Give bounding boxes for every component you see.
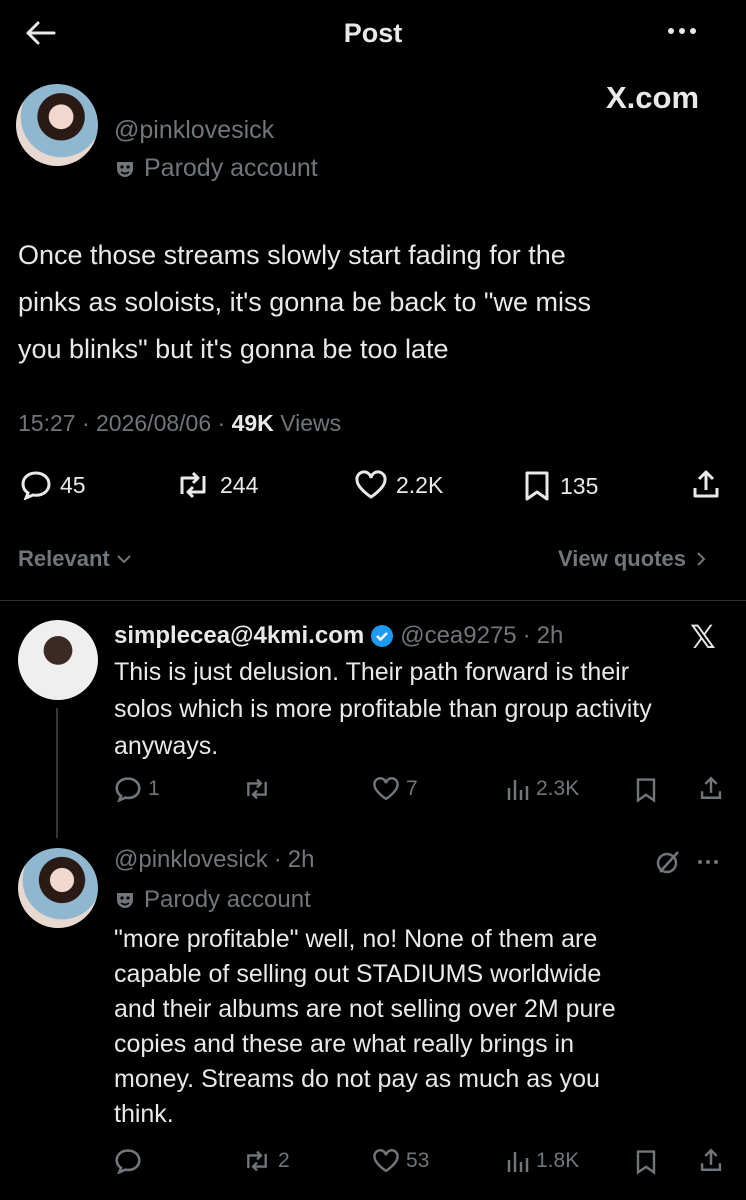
- like-count: 7: [406, 777, 418, 800]
- avatar[interactable]: [18, 620, 98, 700]
- like-count: 53: [406, 1149, 430, 1172]
- repost-button[interactable]: [242, 776, 272, 802]
- reply-icon: [114, 1148, 142, 1174]
- parody-badge: Parody account: [114, 154, 318, 183]
- chevron-down-icon: [116, 553, 132, 565]
- page-title: Post: [343, 18, 403, 48]
- more-options-icon[interactable]: [668, 28, 696, 34]
- share-icon[interactable]: [698, 1146, 724, 1174]
- reply-time: 2h: [536, 622, 564, 649]
- reply-header: simplecea@4kmi.com @cea9275 · 2h: [114, 622, 563, 650]
- reply-text-line: anyways.: [114, 732, 219, 760]
- avatar[interactable]: [18, 848, 98, 928]
- reply-count: 1: [148, 777, 160, 800]
- reply-time: 2h: [287, 846, 315, 873]
- reply-handle[interactable]: @pinklovesick: [114, 846, 268, 874]
- parody-label: Parody account: [144, 886, 311, 913]
- like-button[interactable]: 2.2K: [354, 470, 443, 500]
- separator: ·: [217, 410, 226, 436]
- repost-button[interactable]: 244: [174, 470, 258, 500]
- separator: ·: [273, 846, 282, 873]
- repost-count: 2: [278, 1149, 290, 1172]
- heart-icon: [354, 470, 388, 500]
- repost-button[interactable]: 2: [242, 1148, 290, 1174]
- reply-handle[interactable]: @cea9275: [400, 622, 516, 650]
- view-quotes-label: View quotes: [558, 546, 686, 571]
- analytics-icon: [506, 776, 530, 802]
- post-text-line: pinks as soloists, it's gonna be back to…: [18, 287, 591, 317]
- views-count: 2.3K: [536, 777, 580, 800]
- separator: ·: [522, 622, 531, 649]
- reply-text: This is just delusion. Their path forwar…: [114, 654, 652, 765]
- sort-label: Relevant: [18, 546, 110, 571]
- reply-text: "more profitable" well, no! None of them…: [114, 922, 616, 1132]
- post-text: Once those streams slowly start fading f…: [18, 232, 591, 373]
- repost-icon: [242, 1148, 272, 1174]
- reply-button[interactable]: 45: [20, 470, 86, 500]
- share-icon[interactable]: [698, 774, 724, 802]
- post-handle[interactable]: @pinklovesick: [114, 116, 274, 145]
- reply-count: 45: [60, 471, 86, 498]
- divider: [0, 600, 746, 601]
- like-count: 2.2K: [396, 471, 444, 498]
- bookmark-count: 135: [560, 472, 599, 499]
- reply-text-line: capable of selling out STADIUMS worldwid…: [114, 960, 602, 988]
- reply-icon: [20, 470, 52, 500]
- bookmark-icon: [522, 470, 552, 502]
- bookmark-icon[interactable]: [634, 1148, 658, 1176]
- verified-icon: [370, 624, 394, 648]
- reply-text-line: think.: [114, 1100, 174, 1128]
- parody-badge: Parody account: [114, 886, 311, 914]
- like-button[interactable]: 7: [372, 776, 418, 802]
- repost-icon: [174, 470, 212, 500]
- chevron-right-icon: [696, 551, 706, 567]
- mask-icon: [114, 158, 136, 180]
- views-count: 49K: [231, 410, 274, 436]
- like-button[interactable]: 53: [372, 1148, 429, 1174]
- display-name[interactable]: simplecea@4kmi.com: [114, 622, 364, 650]
- bookmark-button[interactable]: 135: [522, 470, 598, 502]
- post-text-line: you blinks" but it's gonna be too late: [18, 334, 449, 364]
- post-meta: 15:27 · 2026/08/06 · 49K Views: [18, 410, 341, 437]
- view-quotes-link[interactable]: View quotes: [558, 546, 706, 572]
- post-time: 15:27: [18, 410, 76, 436]
- reply-text-line: "more profitable" well, no! None of them…: [114, 925, 598, 953]
- thread-line: [56, 708, 58, 838]
- post-text-line: Once those streams slowly start fading f…: [18, 240, 566, 270]
- views-button[interactable]: 2.3K: [506, 776, 579, 802]
- reply-text-line: and their albums are not selling over 2M…: [114, 995, 616, 1023]
- watermark: X.com: [606, 80, 700, 115]
- reply-text-line: This is just delusion. Their path forwar…: [114, 658, 630, 686]
- repost-icon: [242, 776, 272, 802]
- mask-icon: [114, 889, 136, 911]
- reply-icon: [114, 776, 142, 802]
- bookmark-icon[interactable]: [634, 776, 658, 804]
- post-date: 2026/08/06: [96, 410, 212, 436]
- share-icon[interactable]: [690, 468, 722, 500]
- heart-icon: [372, 1148, 400, 1174]
- reply-text-line: money. Streams do not pay as much as you: [114, 1065, 600, 1093]
- reply-button[interactable]: [114, 1148, 142, 1174]
- avatar[interactable]: [16, 84, 98, 166]
- analytics-icon: [506, 1148, 530, 1174]
- sort-dropdown[interactable]: Relevant: [18, 546, 132, 572]
- reply-button[interactable]: 1: [114, 776, 160, 802]
- views-label: Views: [280, 410, 342, 436]
- x-logo-icon: 𝕏: [690, 619, 716, 655]
- reply-text-line: solos which is more profitable than grou…: [114, 695, 652, 723]
- separator: ·: [81, 410, 90, 436]
- repost-count: 244: [220, 471, 259, 498]
- more-options-icon[interactable]: [698, 860, 718, 864]
- views-count: 1.8K: [536, 1149, 580, 1172]
- grok-icon[interactable]: [654, 848, 682, 876]
- heart-icon: [372, 776, 400, 802]
- reply-header: @pinklovesick · 2h: [114, 846, 314, 874]
- parody-label: Parody account: [144, 154, 318, 182]
- views-button[interactable]: 1.8K: [506, 1148, 579, 1174]
- reply-text-line: copies and these are what really brings …: [114, 1030, 574, 1058]
